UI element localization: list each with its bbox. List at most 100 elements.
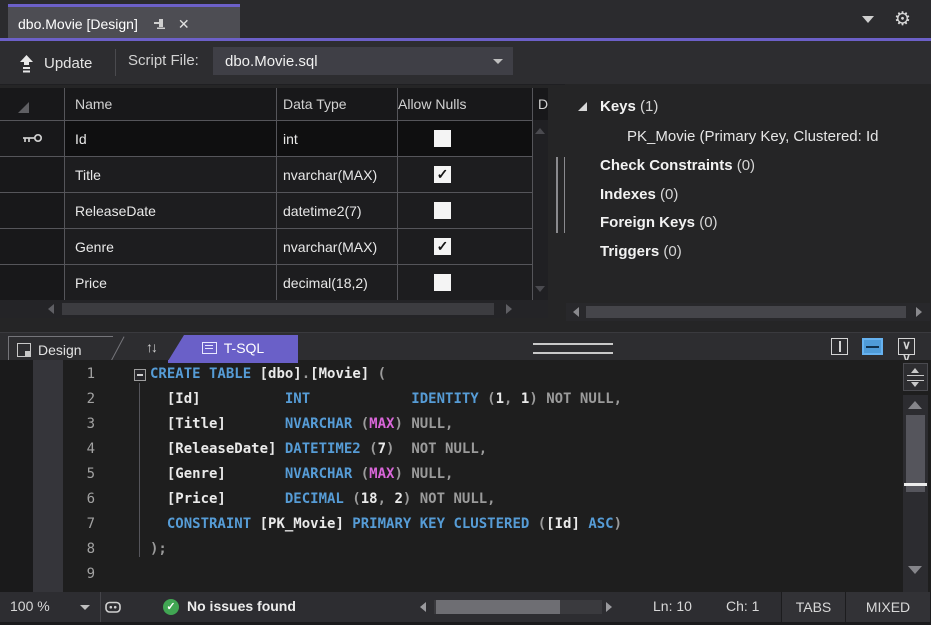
document-tab-strip: dbo.Movie [Design] ✕ ⚙ bbox=[0, 0, 931, 41]
update-icon bbox=[20, 54, 33, 72]
cell-data-type[interactable]: decimal(18,2) bbox=[277, 265, 398, 300]
code-line-9[interactable]: 9 bbox=[0, 566, 931, 591]
cell-name[interactable]: Price bbox=[65, 265, 277, 300]
cell-name[interactable]: Title bbox=[65, 157, 277, 192]
zoom-value: 100 % bbox=[10, 598, 50, 614]
code-fold-collapse-icon[interactable] bbox=[134, 369, 146, 381]
zoom-combobox[interactable]: 100 % bbox=[0, 592, 101, 622]
ctx-item-pk_movie[interactable]: PK_Movie (Primary Key, Clustered: Id bbox=[627, 128, 878, 145]
ctx-group-check-constraints[interactable]: Check Constraints (0) bbox=[600, 157, 755, 174]
line-number: 2 bbox=[86, 391, 95, 407]
scroll-left-icon[interactable] bbox=[573, 307, 579, 317]
scrollbar-thumb[interactable] bbox=[586, 306, 906, 318]
allow-nulls-checkbox[interactable] bbox=[434, 202, 451, 219]
tab-design[interactable]: Design bbox=[8, 336, 113, 362]
row-header[interactable] bbox=[0, 157, 65, 192]
close-icon[interactable]: ✕ bbox=[178, 17, 190, 31]
split-vertical-icon[interactable] bbox=[831, 338, 848, 355]
ctx-group-foreign-keys[interactable]: Foreign Keys (0) bbox=[600, 214, 718, 231]
grid-row-genre[interactable]: Genre nvarchar(MAX) ✓ bbox=[0, 229, 548, 265]
cell-data-type[interactable]: nvarchar(MAX) bbox=[277, 229, 398, 264]
tab-dbo-movie-design[interactable]: dbo.Movie [Design] ✕ bbox=[8, 4, 240, 41]
line-ending-indicator[interactable]: MIXED bbox=[845, 592, 931, 622]
grid-vertical-scrollbar[interactable] bbox=[533, 120, 548, 300]
column-header-default[interactable]: D bbox=[533, 88, 548, 120]
grid-row-title[interactable]: Title nvarchar(MAX) ✓ bbox=[0, 157, 548, 193]
chevron-down-icon bbox=[493, 59, 503, 64]
select-all-corner[interactable] bbox=[0, 88, 65, 120]
status-horizontal-scrollbar[interactable] bbox=[434, 600, 602, 614]
cell-name[interactable]: ReleaseDate bbox=[65, 193, 277, 228]
scroll-up-icon[interactable] bbox=[908, 401, 922, 409]
toolbar-separator bbox=[115, 49, 116, 76]
scroll-right-icon[interactable] bbox=[506, 304, 512, 314]
allow-nulls-checkbox[interactable]: ✓ bbox=[434, 238, 451, 255]
code-text: CREATE TABLE [dbo].[Movie] ( bbox=[150, 366, 387, 382]
copilot-status-icon[interactable] bbox=[104, 599, 122, 618]
scroll-down-icon[interactable] bbox=[908, 566, 922, 574]
context-horizontal-scrollbar[interactable] bbox=[566, 303, 930, 321]
cell-name[interactable]: Genre bbox=[65, 229, 277, 264]
allow-nulls-checkbox[interactable] bbox=[434, 130, 451, 147]
grid-row-id[interactable]: Id int bbox=[0, 121, 548, 157]
ctx-group-triggers[interactable]: Triggers (0) bbox=[600, 243, 682, 260]
scroll-left-icon[interactable] bbox=[48, 304, 54, 314]
row-header[interactable] bbox=[0, 229, 65, 264]
column-header-name[interactable]: Name bbox=[65, 88, 277, 120]
tab-tsql[interactable]: T-SQL bbox=[168, 335, 298, 361]
allow-nulls-checkbox[interactable] bbox=[434, 274, 451, 291]
script-file-combobox[interactable]: dbo.Movie.sql bbox=[213, 47, 513, 75]
line-number: 3 bbox=[86, 416, 95, 432]
editor-split-handle[interactable] bbox=[903, 363, 928, 391]
ctx-group-keys[interactable]: Keys (1) bbox=[600, 98, 658, 115]
line-number: 6 bbox=[86, 491, 95, 507]
scroll-left-icon[interactable] bbox=[420, 602, 426, 612]
scroll-right-icon[interactable] bbox=[916, 307, 922, 317]
cell-data-type[interactable]: nvarchar(MAX) bbox=[277, 157, 398, 192]
tabs-mode-indicator[interactable]: TABS bbox=[781, 592, 845, 622]
column-indicator: Ch: 1 bbox=[726, 598, 760, 614]
code-text: [Title] NVARCHAR (MAX) NULL, bbox=[150, 416, 454, 432]
cell-allow-nulls: ✓ bbox=[398, 157, 533, 192]
expander-icon[interactable] bbox=[578, 102, 587, 111]
cell-allow-nulls: ✓ bbox=[398, 229, 533, 264]
ctx-group-indexes[interactable]: Indexes (0) bbox=[600, 186, 678, 203]
column-header-allow-nulls[interactable]: Allow Nulls bbox=[398, 88, 533, 120]
row-header[interactable] bbox=[0, 265, 65, 300]
tab-list-dropdown-icon[interactable] bbox=[862, 16, 874, 23]
grid-horizontal-scrollbar[interactable] bbox=[0, 300, 548, 318]
update-button[interactable]: Update bbox=[18, 49, 92, 77]
line-number: 9 bbox=[86, 566, 95, 582]
split-horizontal-icon[interactable] bbox=[862, 338, 883, 355]
fold-guide-line bbox=[139, 383, 140, 557]
sync-arrows-icon[interactable]: ↑↓ bbox=[146, 339, 158, 355]
cell-data-type[interactable]: int bbox=[277, 121, 398, 156]
cell-allow-nulls bbox=[398, 265, 533, 300]
scrollbar-thumb[interactable] bbox=[436, 600, 560, 614]
scroll-up-icon[interactable] bbox=[535, 128, 545, 134]
allow-nulls-checkbox[interactable]: ✓ bbox=[434, 166, 451, 183]
designer-window: dbo.Movie [Design] ✕ ⚙ Update Script Fil… bbox=[0, 0, 931, 625]
scroll-right-icon[interactable] bbox=[606, 602, 612, 612]
no-issues-check-icon[interactable]: ✓ bbox=[163, 599, 179, 615]
row-header[interactable] bbox=[0, 193, 65, 228]
columns-grid: Name Data Type Allow Nulls D Id int Title n… bbox=[0, 88, 548, 301]
horizontal-splitter-grip[interactable] bbox=[533, 343, 613, 354]
caret-position-marker bbox=[904, 483, 927, 486]
grid-row-releasedate[interactable]: ReleaseDate datetime2(7) bbox=[0, 193, 548, 229]
collapse-pane-icon[interactable]: ∨ ∨ bbox=[898, 338, 915, 365]
primary-key-icon[interactable] bbox=[0, 121, 65, 156]
gear-icon[interactable]: ⚙ bbox=[894, 8, 911, 31]
pin-icon[interactable] bbox=[152, 17, 166, 31]
cell-data-type[interactable]: datetime2(7) bbox=[277, 193, 398, 228]
grid-row-price[interactable]: Price decimal(18,2) bbox=[0, 265, 548, 301]
column-header-data-type[interactable]: Data Type bbox=[277, 88, 398, 120]
scroll-down-icon[interactable] bbox=[535, 286, 545, 292]
code-text: CONSTRAINT [PK_Movie] PRIMARY KEY CLUSTE… bbox=[150, 516, 623, 532]
scrollbar-thumb[interactable] bbox=[906, 415, 925, 492]
cell-name[interactable]: Id bbox=[65, 121, 277, 156]
line-number: 4 bbox=[86, 441, 95, 457]
code-text: ); bbox=[150, 541, 167, 557]
tsql-code-editor[interactable]: 1 CREATE TABLE [dbo].[Movie] (2 [Id] INT … bbox=[0, 360, 931, 592]
scrollbar-thumb[interactable] bbox=[62, 303, 494, 315]
